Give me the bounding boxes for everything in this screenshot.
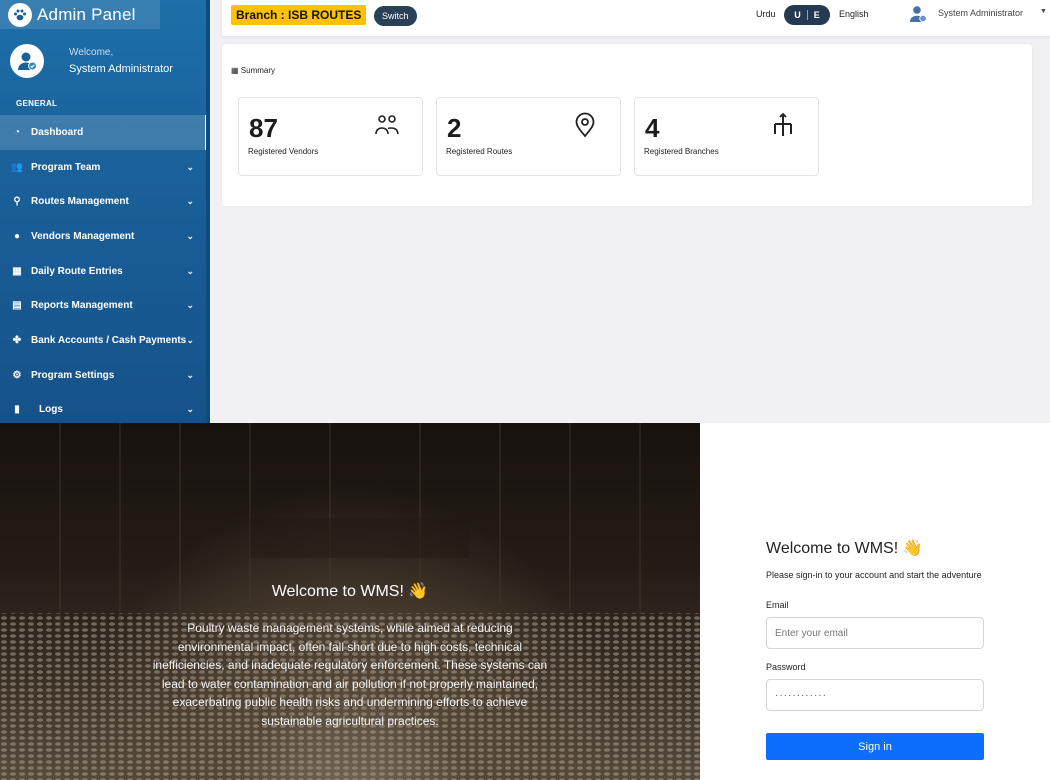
- language-toggle[interactable]: U E: [784, 5, 830, 25]
- people-icon: [375, 115, 399, 135]
- brand-title: Admin Panel: [37, 4, 136, 24]
- avatar: [10, 44, 44, 78]
- chevron-down-icon: ⌄: [186, 230, 194, 241]
- cogs-icon: ⚙: [12, 369, 22, 381]
- sidebar-item-label: Routes Management: [31, 196, 129, 208]
- sign-in-button[interactable]: Sign in: [766, 733, 984, 760]
- sidebar-item-label: Bank Accounts / Cash Payments: [31, 334, 187, 346]
- login-title: Welcome to WMS! 👋: [766, 540, 923, 557]
- chevron-down-icon: ⌄: [186, 334, 194, 345]
- chevron-down-icon: ⌄: [186, 300, 194, 311]
- sidebar-item-label: Program Team: [31, 161, 101, 173]
- calendar-icon: ▦: [231, 66, 239, 75]
- chevron-down-icon: ⌄: [186, 196, 194, 207]
- login-hero: Welcome to WMS! 👋 Poultry waste manageme…: [0, 423, 700, 780]
- hero-description: Poultry waste management systems, while …: [152, 621, 548, 728]
- users-icon: 👥: [10, 161, 24, 173]
- calendar-icon: ▦: [12, 265, 22, 277]
- user-menu-name[interactable]: System Administrator: [938, 8, 1023, 18]
- stat-value: 2: [447, 113, 462, 143]
- welcome-greeting: Welcome,: [69, 47, 114, 58]
- sidebar-item-daily-route-entries[interactable]: ▦ Daily Route Entries ⌄: [0, 254, 206, 289]
- document-icon: ▮: [14, 404, 20, 416]
- dashboard-icon: ◔: [13, 126, 21, 138]
- user-icon: ●: [13, 230, 21, 242]
- sidebar-item-label: Logs: [39, 404, 63, 416]
- lang-label-english: English: [839, 9, 869, 19]
- stat-label: Registered Routes: [446, 147, 513, 156]
- summary-heading: ▦ Summary: [231, 66, 275, 75]
- topbar: Branch : ISB ROUTES Switch Urdu U E Engl…: [222, 0, 1050, 36]
- user-avatar-icon: [18, 52, 37, 71]
- lang-toggle-u: U: [794, 10, 801, 20]
- sidebar-item-reports-management[interactable]: ▤ Reports Management ⌄: [0, 288, 206, 323]
- lang-toggle-e: E: [813, 10, 820, 20]
- stat-label: Registered Vendors: [248, 147, 319, 156]
- login-panel: Welcome to WMS! 👋 Please sign-in to your…: [700, 423, 1050, 780]
- sidebar-item-routes-management[interactable]: ⚲ Routes Management ⌄: [0, 184, 206, 219]
- email-label: Email: [766, 600, 789, 610]
- money-icon: ✤: [12, 334, 22, 346]
- chevron-down-icon: ⌄: [186, 161, 194, 172]
- summary-panel: ▦ Summary 87 Registered Vendors 2 Regist…: [222, 44, 1032, 206]
- lang-toggle-separator: [806, 10, 808, 20]
- switch-branch-button[interactable]: Switch: [374, 6, 417, 26]
- brand[interactable]: Admin Panel: [0, 0, 160, 29]
- branch-icon: [774, 112, 792, 136]
- paw-icon: [8, 2, 32, 27]
- chevron-down-icon: ⌄: [186, 369, 194, 380]
- login-subtitle: Please sign-in to your account and start…: [766, 570, 982, 580]
- stat-card-branches[interactable]: 4 Registered Branches: [634, 97, 819, 176]
- sidebar-nav: ◔ Dashboard 👥 Program Team ⌄ ⚲ Routes Ma…: [0, 115, 208, 424]
- section-label-general: GENERAL: [16, 99, 58, 108]
- sidebar-item-label: Reports Management: [31, 300, 133, 312]
- sidebar-item-label: Vendors Management: [31, 230, 135, 242]
- password-label: Password: [766, 662, 806, 672]
- sidebar-item-bank-accounts[interactable]: ✤ Bank Accounts / Cash Payments ⌄: [0, 323, 206, 358]
- sidebar-item-program-settings[interactable]: ⚙ Program Settings ⌄: [0, 358, 206, 393]
- admin-dashboard: Admin Panel Welcome, System Administrato…: [0, 0, 1050, 423]
- stat-value: 87: [249, 113, 278, 143]
- file-icon: ▤: [12, 300, 22, 312]
- pin-icon: ⚲: [13, 196, 21, 208]
- welcome-name: System Administrator: [69, 63, 173, 75]
- sidebar-item-dashboard[interactable]: ◔ Dashboard: [0, 115, 208, 150]
- sidebar: Admin Panel Welcome, System Administrato…: [0, 0, 210, 423]
- user-account-icon[interactable]: [908, 4, 928, 24]
- summary-title: Summary: [240, 66, 276, 75]
- sidebar-item-label: Program Settings: [31, 369, 115, 381]
- branch-badge: Branch : ISB ROUTES: [231, 5, 367, 25]
- hero-title: Welcome to WMS! 👋: [271, 583, 429, 600]
- sidebar-item-logs[interactable]: ▮ Logs ⌄: [0, 393, 206, 424]
- stat-card-routes[interactable]: 2 Registered Routes: [436, 97, 621, 176]
- stat-card-vendors[interactable]: 87 Registered Vendors: [238, 97, 423, 176]
- caret-down-icon[interactable]: ▼: [1040, 8, 1047, 15]
- sidebar-item-program-team[interactable]: 👥 Program Team ⌄: [0, 150, 206, 185]
- sidebar-item-vendors-management[interactable]: ● Vendors Management ⌄: [0, 219, 206, 254]
- stat-value: 4: [645, 113, 660, 143]
- location-icon: [575, 112, 595, 138]
- sidebar-item-label: Dashboard: [31, 126, 84, 138]
- welcome-block: Welcome, System Administrator: [10, 44, 173, 78]
- chevron-down-icon: ⌄: [186, 265, 194, 276]
- email-field[interactable]: [766, 617, 984, 649]
- stat-label: Registered Branches: [644, 147, 719, 156]
- password-field[interactable]: [766, 679, 984, 711]
- lang-label-urdu: Urdu: [756, 9, 776, 19]
- sidebar-item-label: Daily Route Entries: [31, 265, 123, 277]
- chevron-down-icon: ⌄: [186, 404, 194, 415]
- sidebar-divider: [206, 0, 210, 423]
